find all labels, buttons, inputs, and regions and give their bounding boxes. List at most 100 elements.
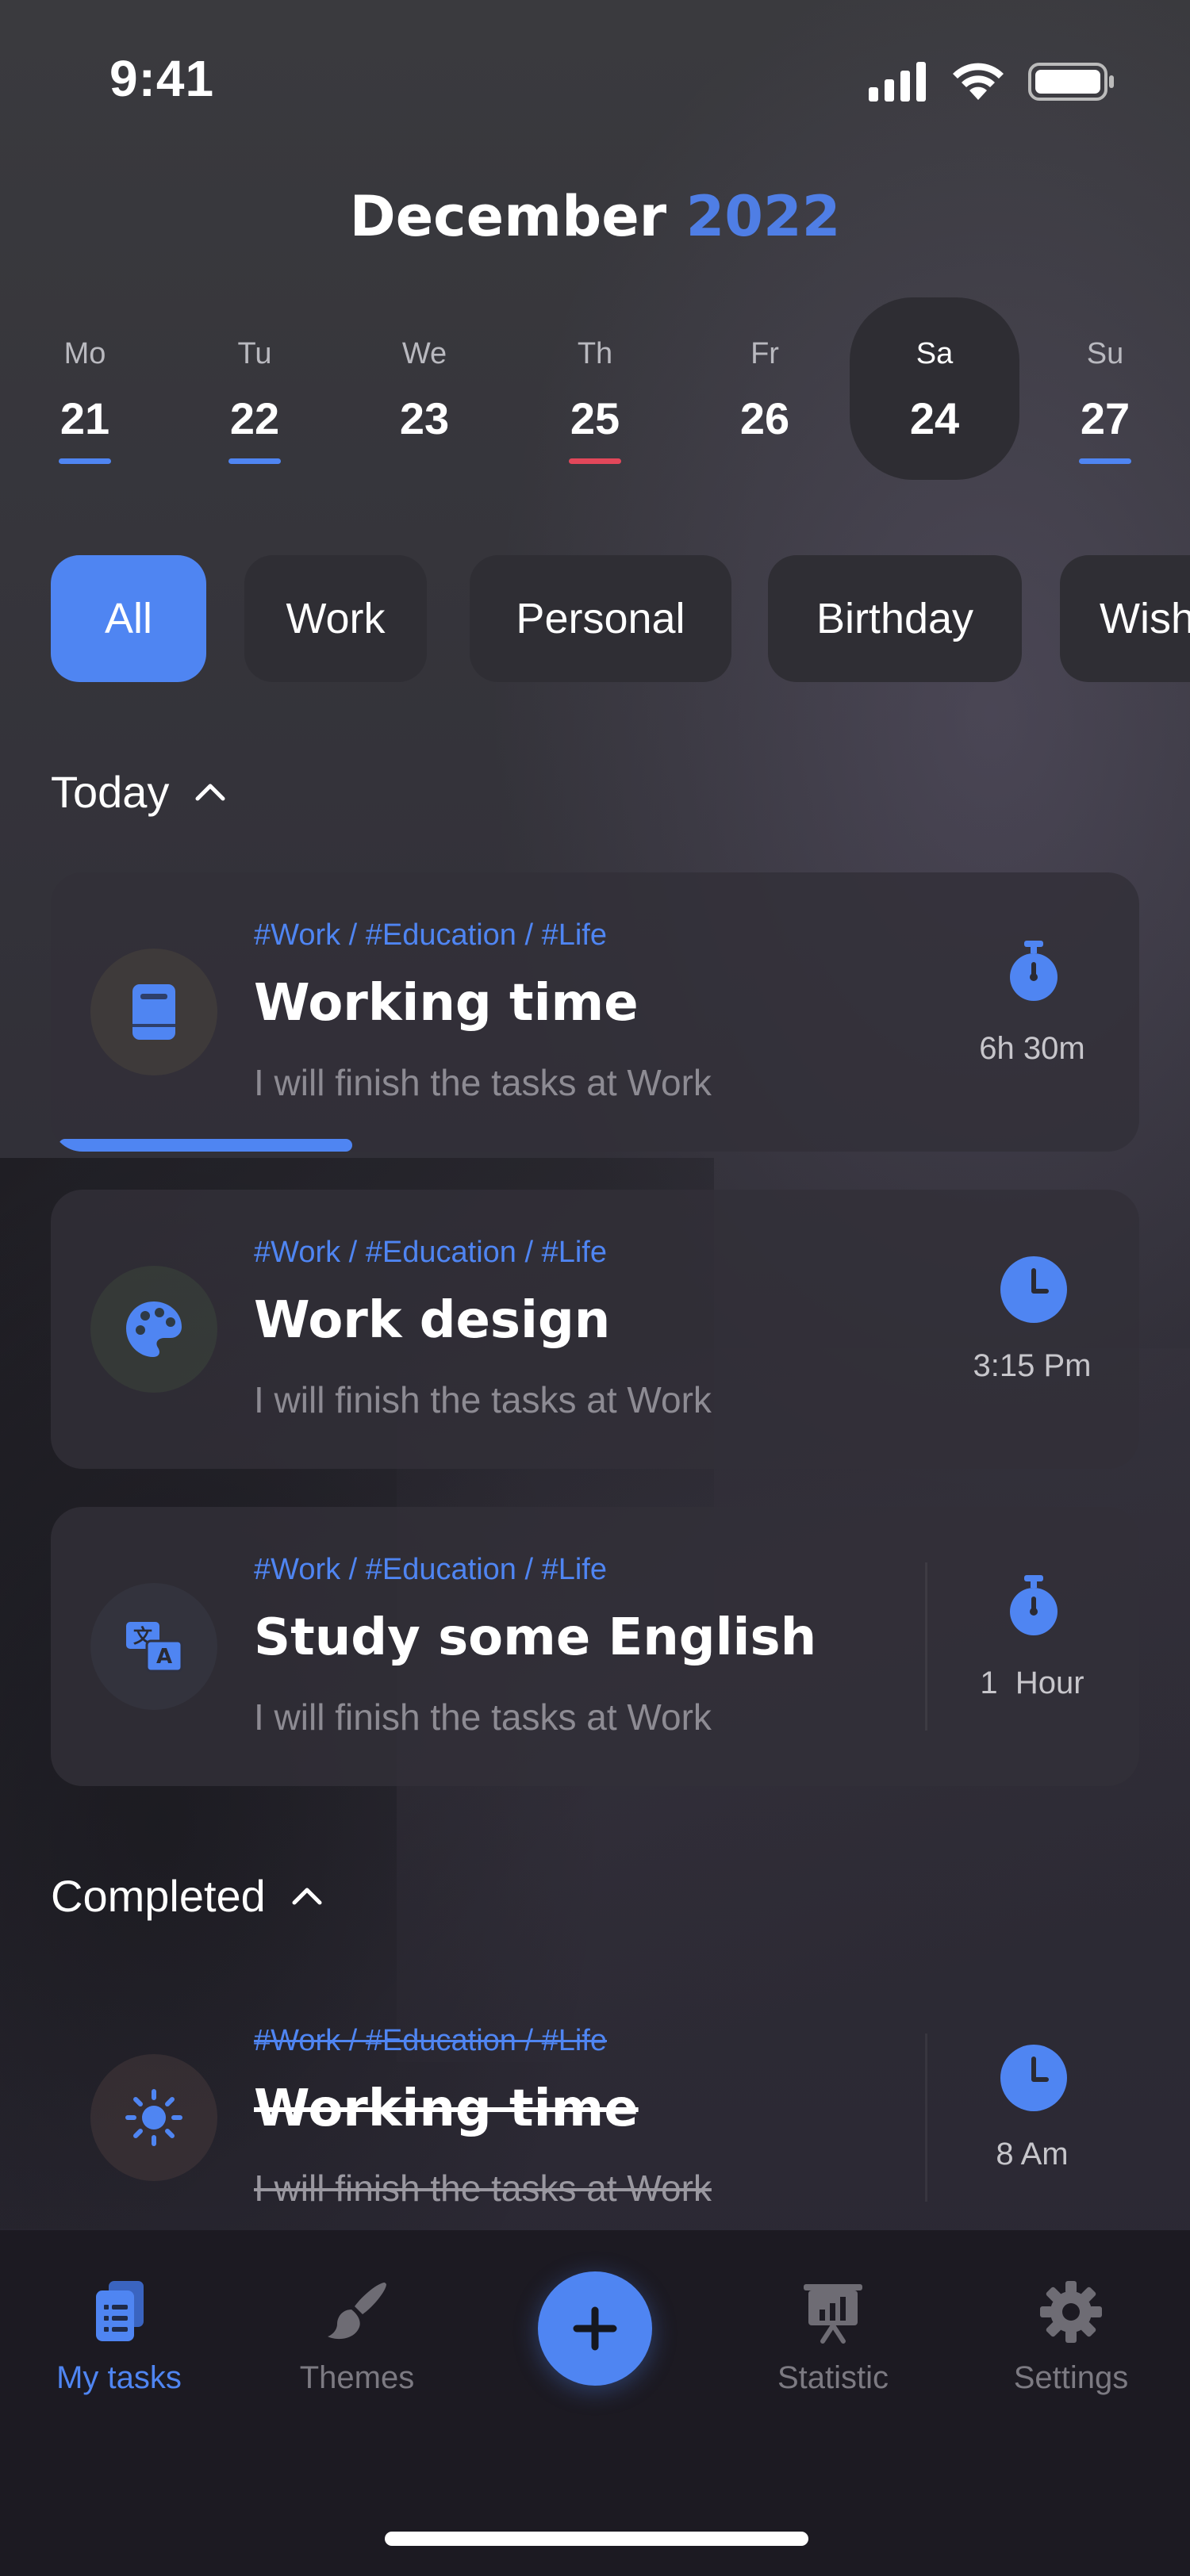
task-card[interactable]: 文 A #Work / #Education / #Life Study som… <box>51 1507 1139 1786</box>
battery-icon <box>1028 63 1114 101</box>
nav-label: Settings <box>1013 2360 1129 2395</box>
status-bar: 9:41 <box>0 0 1190 159</box>
plus-icon <box>573 2306 617 2351</box>
nav-themes[interactable]: Themes <box>254 2278 460 2436</box>
gear-icon <box>1040 2281 1102 2343</box>
day-tu[interactable]: Tu 22 <box>170 297 340 480</box>
task-time: 3:15 Pm <box>973 1348 1092 1383</box>
task-tags: #Work / #Education / #Life <box>254 1553 607 1586</box>
bottom-navigation: My tasks Themes Statistic Settings <box>0 2230 1190 2576</box>
nav-label: Themes <box>299 2360 415 2395</box>
day-fr[interactable]: Fr 26 <box>680 297 850 480</box>
task-icon-container: 文 A <box>90 1583 217 1710</box>
divider <box>925 2034 927 2202</box>
filter-chip-work[interactable]: Work <box>244 555 427 682</box>
section-today-header[interactable]: Today <box>51 766 229 818</box>
status-time: 9:41 <box>109 50 215 107</box>
add-task-button[interactable] <box>538 2271 652 2386</box>
day-number: 24 <box>909 393 960 443</box>
divider <box>925 1562 927 1731</box>
section-title: Completed <box>51 1871 266 1921</box>
task-description: I will finish the tasks at Work <box>254 1379 712 1420</box>
task-time-info: 8 Am <box>925 2010 1139 2224</box>
stopwatch-icon <box>1010 1575 1058 1635</box>
clipboard-tasks-icon <box>96 2281 144 2341</box>
section-title: Today <box>51 767 170 817</box>
task-time-info: 1 Hour <box>925 1539 1139 1753</box>
task-description: I will finish the tasks at Work <box>254 1696 712 1738</box>
week-strip: Mo 21 Tu 22 We 23 Th 25 Fr 26 Sa 24 Su 2… <box>0 297 1190 480</box>
task-description: I will finish the tasks at Work <box>254 1062 712 1103</box>
palette-icon <box>126 1301 182 1357</box>
completed-task-card[interactable]: #Work / #Education / #Life Working time … <box>51 1978 1139 2257</box>
task-title: Working time <box>254 2080 639 2138</box>
category-filters: All Work Personal Birthday Wishlist <box>51 555 1190 682</box>
wifi-icon <box>953 63 1004 100</box>
clock-icon <box>1000 1256 1067 1323</box>
section-completed-header[interactable]: Completed <box>51 1870 326 1922</box>
day-sa-selected[interactable]: Sa 24 <box>850 297 1019 480</box>
day-su[interactable]: Su 27 <box>1020 297 1190 480</box>
cellular-signal-icon <box>869 62 926 102</box>
task-tags: #Work / #Education / #Life <box>254 1236 607 1269</box>
day-number: 27 <box>1080 393 1130 443</box>
nav-statistic[interactable]: Statistic <box>730 2278 936 2436</box>
task-title: Working time <box>254 974 639 1033</box>
day-number: 26 <box>739 393 790 443</box>
day-name: Fr <box>750 337 779 370</box>
day-name: Th <box>577 337 613 370</box>
task-progress-bar <box>59 1139 353 1152</box>
book-icon <box>132 984 175 1040</box>
day-task-indicator <box>1079 458 1131 464</box>
filter-chip-all[interactable]: All <box>51 555 206 682</box>
day-task-indicator <box>228 458 281 464</box>
day-mo[interactable]: Mo 21 <box>0 297 170 480</box>
task-title: Study some English <box>254 1608 817 1667</box>
task-tags: #Work / #Education / #Life <box>254 918 607 952</box>
task-icon-container <box>90 949 217 1075</box>
filter-chip-birthday[interactable]: Birthday <box>768 555 1022 682</box>
day-name: Tu <box>237 337 272 370</box>
day-task-indicator <box>59 458 111 464</box>
task-card[interactable]: #Work / #Education / #Life Working time … <box>51 872 1139 1152</box>
task-tags: #Work / #Education / #Life <box>254 2024 607 2057</box>
task-time-info: 6h 30m <box>925 904 1139 1118</box>
day-task-indicator <box>569 458 621 464</box>
task-card[interactable]: #Work / #Education / #Life Work design I… <box>51 1190 1139 1469</box>
app-screen: 9:41 December 2022 Mo 21 Tu 22 We 23 Th … <box>0 0 1190 2576</box>
task-time-info: 3:15 Pm <box>925 1221 1139 1436</box>
day-name: We <box>401 337 447 370</box>
task-duration: 1 Hour <box>980 1666 1084 1700</box>
paintbrush-icon <box>328 2283 386 2340</box>
day-name: Su <box>1086 337 1124 370</box>
day-number: 23 <box>399 393 450 443</box>
stopwatch-icon <box>1010 941 1058 1001</box>
nav-my-tasks[interactable]: My tasks <box>16 2278 222 2436</box>
nav-label: My tasks <box>56 2360 182 2395</box>
day-number: 22 <box>229 393 280 443</box>
task-title: Work design <box>254 1291 611 1350</box>
month-title[interactable]: December 2022 <box>0 184 1190 249</box>
nav-label: Statistic <box>777 2360 889 2395</box>
month-name: December <box>349 184 667 249</box>
task-icon-container <box>90 1266 217 1393</box>
day-number: 21 <box>60 393 110 443</box>
task-icon-container <box>90 2054 217 2181</box>
day-number: 25 <box>570 393 620 443</box>
translate-icon: 文 A <box>126 1622 183 1673</box>
home-indicator <box>385 2532 808 2546</box>
task-description: I will finish the tasks at Work <box>254 2168 712 2209</box>
task-duration: 6h 30m <box>979 1031 1085 1066</box>
filter-chip-wishlist[interactable]: Wishlist <box>1060 555 1190 682</box>
nav-settings[interactable]: Settings <box>968 2278 1174 2436</box>
day-we[interactable]: We 23 <box>340 297 509 480</box>
filter-chip-personal[interactable]: Personal <box>470 555 731 682</box>
sun-icon <box>125 2089 182 2146</box>
day-th[interactable]: Th 25 <box>510 297 680 480</box>
year: 2022 <box>685 184 841 249</box>
day-name: Mo <box>63 337 106 370</box>
chevron-up-icon <box>195 784 225 800</box>
day-name: Sa <box>916 337 954 370</box>
chevron-up-icon <box>292 1888 322 1904</box>
presentation-chart-icon <box>804 2284 862 2344</box>
